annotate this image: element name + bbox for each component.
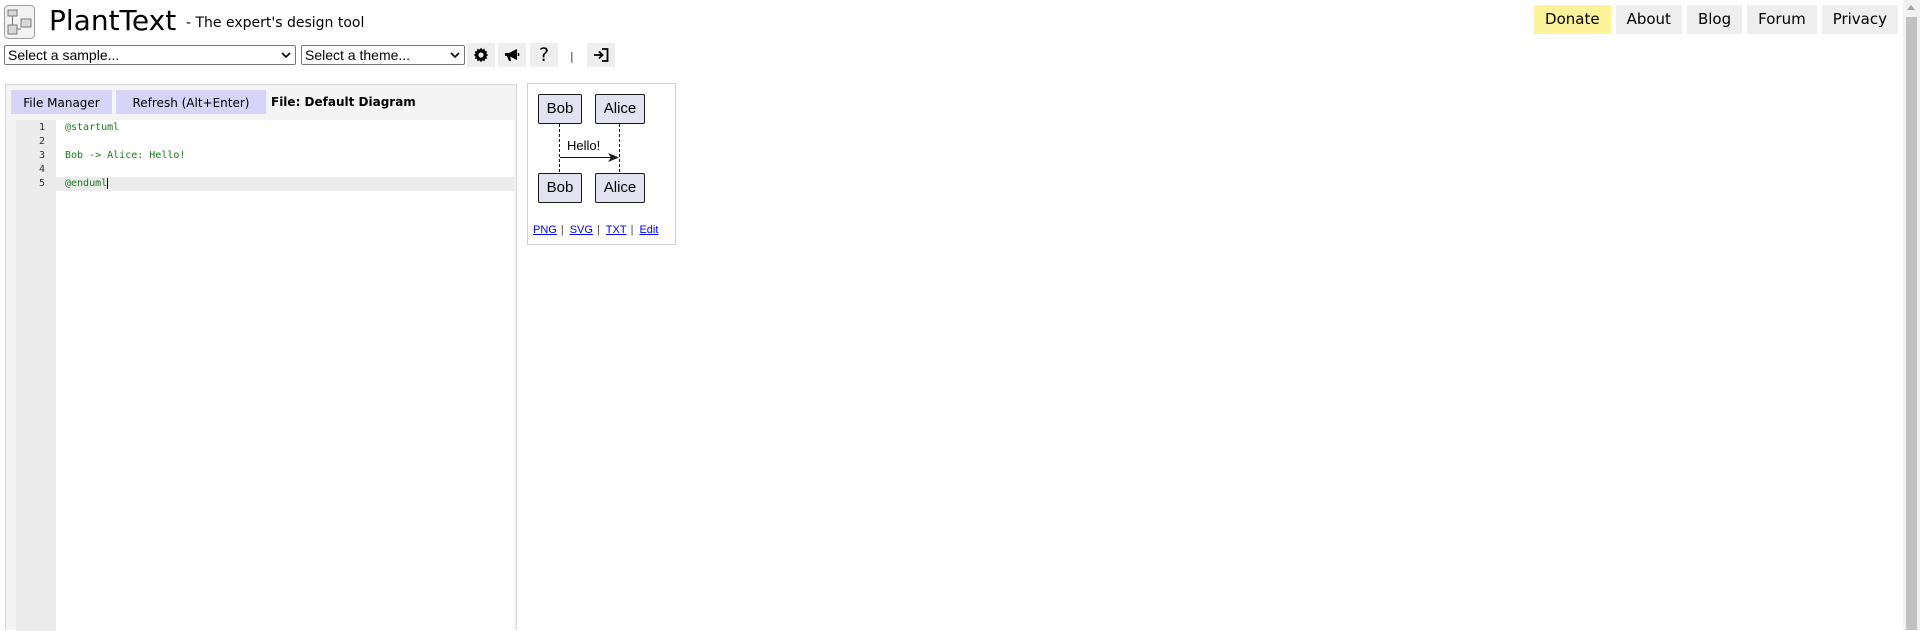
tagline: - The expert's design tool [186, 15, 365, 31]
help-button[interactable]: ? [530, 43, 558, 67]
line-number: 1 [38, 122, 45, 133]
line-number-gutter [16, 120, 56, 631]
forum-button[interactable]: Forum [1747, 5, 1817, 34]
top-navigation: Donate About Blog Forum Privacy [1534, 5, 1898, 35]
about-button[interactable]: About [1615, 5, 1682, 34]
help-icon: ? [538, 44, 550, 66]
line-number: 5 [38, 178, 45, 189]
svg-link[interactable]: SVG [570, 224, 593, 236]
participant-alice-bottom: Alice [595, 173, 645, 203]
gear-icon [473, 47, 489, 63]
txt-link[interactable]: TXT [606, 224, 627, 236]
png-link[interactable]: PNG [533, 224, 557, 236]
file-name-label: File: Default Diagram [271, 95, 416, 109]
chevron-down-icon [450, 52, 460, 59]
line-number: 4 [38, 164, 45, 175]
line-number: 3 [38, 150, 45, 161]
code-text-wrap: @enduml [65, 177, 109, 191]
vertical-scrollbar[interactable] [1903, 0, 1920, 630]
editor-panel: File Manager Refresh (Alt+Enter) File: D… [5, 84, 517, 631]
arrowhead-icon [608, 153, 619, 162]
donate-button[interactable]: Donate [1534, 5, 1611, 34]
code-editor[interactable]: 1 @startuml 2 3 Bob -> Alice: Hello! 4 5… [16, 120, 514, 631]
settings-button[interactable] [467, 43, 495, 67]
toolbar-separator: | [570, 50, 574, 63]
sample-select-value: Select a sample... [8, 47, 120, 63]
login-button[interactable] [587, 43, 615, 67]
lifeline-alice [619, 124, 620, 172]
message-label: Hello! [567, 138, 601, 153]
link-separator: | [630, 224, 634, 236]
participant-alice-top: Alice [595, 94, 645, 124]
theme-select[interactable]: Select a theme... [301, 45, 465, 65]
privacy-button[interactable]: Privacy [1821, 5, 1898, 34]
announcements-button[interactable] [498, 43, 526, 67]
code-line: 4 [16, 163, 514, 177]
lifeline-bob [559, 124, 560, 172]
app-logo-icon[interactable] [4, 5, 35, 39]
theme-select-value: Select a theme... [305, 47, 411, 63]
scroll-up-arrow-icon[interactable] [1907, 5, 1915, 10]
app-title: PlantText [49, 4, 177, 37]
diagram-preview[interactable]: Bob Alice Hello! Bob Alice PNG | SVG | TXT | E… [527, 83, 676, 245]
login-icon [594, 48, 609, 62]
line-number: 2 [38, 136, 45, 147]
sample-select[interactable]: Select a sample... [4, 45, 296, 65]
code-line: 2 [16, 135, 514, 149]
blog-button[interactable]: Blog [1686, 5, 1743, 34]
text-cursor [107, 177, 109, 189]
refresh-button[interactable]: Refresh (Alt+Enter) [116, 90, 266, 114]
editor-toolbar: File Manager Refresh (Alt+Enter) File: D… [6, 85, 516, 119]
code-text: @startuml [65, 122, 120, 133]
code-line-active: 5 @enduml [16, 177, 514, 191]
link-separator: | [596, 224, 600, 236]
megaphone-icon [505, 48, 520, 61]
code-line: 3 Bob -> Alice: Hello! [16, 149, 514, 163]
participant-bob-top: Bob [538, 94, 582, 124]
code-text: @enduml [65, 178, 108, 189]
chevron-down-icon [281, 52, 291, 59]
message-arrow [560, 157, 615, 158]
participant-bob-bottom: Bob [538, 173, 582, 203]
export-links: PNG | SVG | TXT | Edit [533, 224, 658, 236]
scrollbar-thumb[interactable] [1906, 17, 1917, 630]
edit-link[interactable]: Edit [639, 224, 658, 236]
code-line: 1 @startuml [16, 121, 514, 135]
code-text: Bob -> Alice: Hello! [65, 150, 186, 161]
link-separator: | [560, 224, 564, 236]
file-manager-button[interactable]: File Manager [11, 90, 112, 114]
